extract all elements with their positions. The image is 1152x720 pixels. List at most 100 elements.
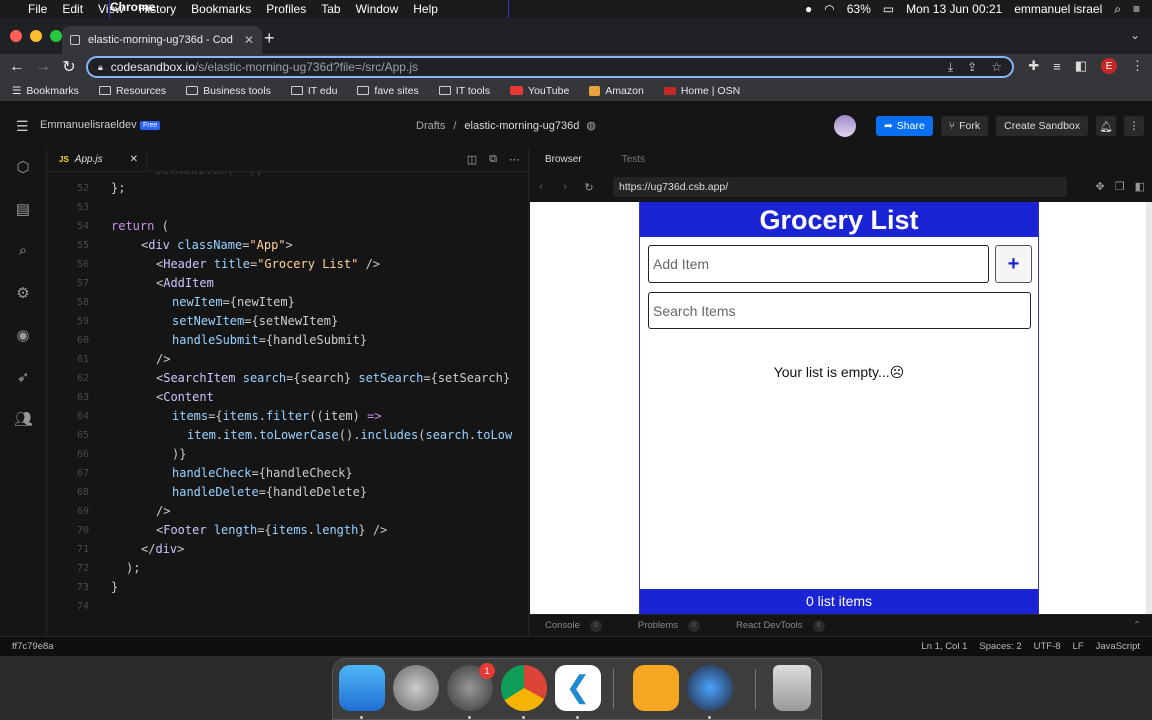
bookmark-it-edu[interactable]: IT edu xyxy=(290,85,337,97)
code-line-56: <Header title="Grocery List" /> xyxy=(156,257,381,271)
editor-more-icon[interactable]: ⋯ xyxy=(509,153,520,166)
hamburger-menu-icon[interactable]: ☰ xyxy=(16,118,29,135)
bookmark-fave-sites[interactable]: fave sites xyxy=(357,85,419,97)
menu-edit[interactable]: Edit xyxy=(62,2,83,16)
install-app-icon[interactable]: ⤓ xyxy=(948,60,953,75)
profile-avatar[interactable]: E xyxy=(1101,58,1117,74)
editor-tab-close-icon[interactable]: ✕ xyxy=(130,154,138,165)
back-button[interactable]: ← xyxy=(4,58,30,76)
preview-url-input[interactable]: https://ug736d.csb.app/ xyxy=(613,177,1067,197)
deploy-rocket-icon[interactable]: ➶ xyxy=(14,368,32,386)
add-item-button[interactable]: + xyxy=(995,245,1032,283)
chrome-menu-icon[interactable]: ⋮ xyxy=(1131,58,1144,74)
menu-user[interactable]: emmanuel israel xyxy=(1014,2,1102,16)
zoom-window-button[interactable] xyxy=(50,30,62,42)
pages-app-icon[interactable] xyxy=(633,665,679,711)
code-line-55: <div className="App"> xyxy=(141,238,293,252)
minimize-window-button[interactable] xyxy=(30,30,42,42)
github-icon[interactable]: ◉ xyxy=(14,326,32,344)
settings-gear-icon[interactable]: ⚙ xyxy=(14,284,32,302)
preview-back-icon[interactable]: ‹ xyxy=(529,181,553,193)
console-tab[interactable]: Console 0 xyxy=(545,619,602,632)
trash-icon[interactable] xyxy=(773,665,811,711)
preview-devtools-icon[interactable]: ✥ xyxy=(1096,180,1105,193)
bookmark-resources[interactable]: Resources xyxy=(98,85,166,97)
cursor-position[interactable]: Ln 1, Col 1 xyxy=(921,641,967,652)
folder-icon xyxy=(290,86,303,95)
open-preview-icon[interactable]: ⧉ xyxy=(489,153,497,166)
side-panel-icon[interactable]: ◧ xyxy=(1075,58,1087,74)
user-avatar[interactable] xyxy=(833,115,856,137)
clock[interactable]: Mon 13 Jun 00:21 xyxy=(906,2,1002,16)
project-cube-icon[interactable]: ⬡ xyxy=(14,158,32,176)
preview-reload-icon[interactable]: ↻ xyxy=(577,181,601,194)
tab-search-chevron-icon[interactable]: ⌄ xyxy=(1130,28,1140,42)
add-item-input[interactable]: Add Item xyxy=(648,245,989,283)
live-collaboration-icon[interactable]: 👥︎ xyxy=(14,410,33,428)
tab-tests[interactable]: Tests xyxy=(622,154,645,165)
search-icon[interactable]: ⌕ xyxy=(14,242,32,260)
reload-button[interactable]: ↻ xyxy=(56,57,82,77)
address-bar[interactable]: 🔒︎ codesandbox.io/s/elastic-morning-ug73… xyxy=(86,56,1014,78)
file-encoding[interactable]: UTF-8 xyxy=(1034,641,1061,652)
media-queue-icon[interactable]: ≡ xyxy=(1053,59,1061,74)
bookmark-osn[interactable]: Home | OSN xyxy=(663,85,740,97)
record-icon[interactable]: ● xyxy=(805,2,812,16)
fork-button[interactable]: ⑂ Fork xyxy=(940,116,989,136)
indent-spaces[interactable]: Spaces: 2 xyxy=(979,641,1021,652)
chrome-tab-strip: elastic-morning-ug736d - Cod ✕ + ⌄ xyxy=(0,18,1152,54)
share-page-icon[interactable]: ⇪ xyxy=(967,60,977,75)
bookmarks-menu[interactable]: ☰ Bookmarks xyxy=(12,85,79,97)
line-number: 56 xyxy=(76,259,89,270)
battery-icon[interactable]: ▭ xyxy=(883,2,894,16)
notifications-bell-icon[interactable]: 🔔︎ xyxy=(1096,116,1116,136)
launchpad-rocket-icon[interactable] xyxy=(393,665,439,711)
chrome-app-icon[interactable] xyxy=(501,665,547,711)
control-center-icon[interactable]: ≡ xyxy=(1133,2,1140,16)
search-items-input[interactable]: Search Items xyxy=(648,292,1031,329)
finder-icon[interactable] xyxy=(339,665,385,711)
public-globe-icon[interactable]: ◍ xyxy=(586,120,596,132)
forward-button[interactable]: → xyxy=(30,58,56,76)
tab-close-icon[interactable]: ✕ xyxy=(244,33,254,47)
url-path: /s/elastic-morning-ug736d?file=/src/App.… xyxy=(194,60,418,74)
bookmark-amazon[interactable]: Amazon xyxy=(589,85,644,97)
create-sandbox-button[interactable]: Create Sandbox xyxy=(996,116,1088,136)
tab-browser[interactable]: Browser xyxy=(545,154,582,165)
code-area[interactable]: setNewItem(''); 52 53 54 55 56 57 58 59 60 61 62 63… xyxy=(47,172,529,636)
problems-tab[interactable]: Problems 0 xyxy=(638,619,700,632)
bookmark-star-icon[interactable]: ☆ xyxy=(991,60,1002,75)
lock-icon: 🔒︎ xyxy=(98,61,103,72)
preview-scrollbar[interactable] xyxy=(1146,202,1152,614)
spotlight-search-icon[interactable]: ⌕ xyxy=(1114,2,1121,17)
line-number: 69 xyxy=(76,506,89,517)
quicktime-app-icon[interactable] xyxy=(687,665,733,711)
split-editor-icon[interactable]: ◫ xyxy=(467,153,477,166)
preview-forward-icon[interactable]: › xyxy=(553,181,577,193)
bookmark-youtube[interactable]: YouTube xyxy=(510,85,569,97)
language-mode[interactable]: JavaScript xyxy=(1096,641,1140,652)
new-tab-button[interactable]: + xyxy=(264,28,275,49)
expand-panel-chevron-icon[interactable]: ⌃ xyxy=(1133,620,1141,631)
workspace-user[interactable]: Emmanuelisraeldev xyxy=(40,119,137,131)
preview-layout-icon[interactable]: ◧ xyxy=(1135,180,1145,193)
preview-pane: Browser Tests ‹ › ↻ https://ug736d.csb.a… xyxy=(528,148,1152,636)
bookmark-it-tools[interactable]: IT tools xyxy=(438,85,490,97)
vscode-app-icon[interactable]: ❮ xyxy=(555,665,601,711)
commit-hash[interactable]: ff7c79e8a xyxy=(0,641,54,652)
more-options-icon[interactable]: ⋮ xyxy=(1124,116,1144,136)
line-ending[interactable]: LF xyxy=(1073,641,1084,652)
share-button[interactable]: ➦ Share xyxy=(875,116,933,136)
close-window-button[interactable] xyxy=(10,30,22,42)
bookmark-business-tools[interactable]: Business tools xyxy=(186,85,271,97)
menu-file[interactable]: File xyxy=(28,2,47,16)
files-icon[interactable]: ▤ xyxy=(14,200,32,218)
extensions-icon[interactable]: ✚ xyxy=(1028,58,1039,74)
sandbox-name[interactable]: elastic-morning-ug736d xyxy=(464,120,579,132)
open-new-window-icon[interactable]: ❐ xyxy=(1115,180,1125,193)
browser-tab[interactable]: elastic-morning-ug736d - Cod ✕ xyxy=(62,26,262,54)
react-devtools-tab[interactable]: React DevTools 0 xyxy=(736,619,825,632)
breadcrumb-drafts[interactable]: Drafts xyxy=(416,120,445,132)
wifi-icon[interactable]: ◠ xyxy=(824,2,834,16)
editor-tab-app-js[interactable]: JS App.js ✕ xyxy=(47,147,147,172)
